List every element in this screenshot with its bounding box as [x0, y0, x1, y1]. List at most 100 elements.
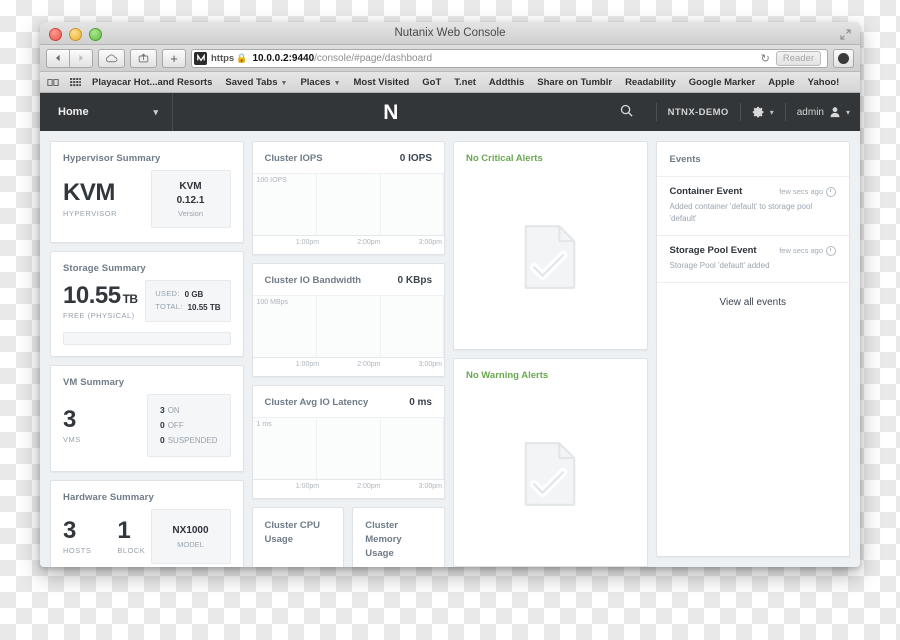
vm-count-label: VMS [63, 435, 81, 445]
chart-x-tick: 3:00pm [418, 239, 442, 246]
bookmarks-bar: Playacar Hot...and Resorts Saved Tabs ▼ P… [40, 72, 860, 93]
forward-button[interactable] [69, 48, 93, 68]
cluster-io-bandwidth-chart-card[interactable]: Cluster IO Bandwidth 0 KBps 100 MBps 1:0… [251, 263, 445, 377]
search-icon[interactable] [608, 104, 645, 120]
bookmarks-overflow-button[interactable]: » [852, 76, 860, 88]
storage-summary-card[interactable]: Storage Summary 10.55 TB FREE (PHYSICAL) … [50, 251, 244, 358]
clock-icon [826, 245, 836, 256]
reload-icon[interactable]: ↻ [761, 52, 770, 65]
storage-usage-progress-bar [63, 332, 231, 346]
chart-x-tick: 2:00pm [357, 361, 381, 368]
event-list-item[interactable]: Storage Pool Event few secs ago Storage … [656, 236, 849, 283]
storage-free-label: FREE (PHYSICAL) [63, 310, 135, 320]
minimize-window-button[interactable] [69, 28, 82, 41]
bookmark-item[interactable]: Addthis [489, 77, 524, 88]
back-button[interactable] [46, 48, 69, 68]
home-menu-button[interactable]: Home ▾ [40, 93, 173, 131]
chart-current-value: 0 KBps [397, 275, 432, 286]
bookmark-item[interactable]: Readability [625, 77, 676, 88]
hypervisor-value: KVM [63, 179, 115, 207]
app-header: Home ▾ N NTNX-DEMO ▾ admin ▾ [40, 93, 860, 131]
chart-y-axis-label: 1 ms [256, 421, 272, 428]
share-icon[interactable] [130, 48, 157, 68]
bookmark-item[interactable]: T.net [454, 77, 476, 88]
critical-alerts-title: No Critical Alerts [466, 153, 543, 164]
chart-x-tick: 1:00pm [295, 483, 320, 490]
bookmark-label: Yahoo! [807, 76, 840, 88]
close-window-button[interactable] [49, 28, 62, 41]
top-sites-grid-icon[interactable] [70, 77, 81, 87]
event-list-item[interactable]: Container Event few secs ago Added conta… [656, 177, 849, 236]
bookmark-label: Google Marker [688, 76, 756, 88]
cluster-memory-usage-card[interactable]: Cluster Memory Usage 13.89% OF 378.23 GB [352, 507, 445, 567]
cluster-avg-io-latency-chart-card[interactable]: Cluster Avg IO Latency 0 ms 1 ms 1:00pm … [251, 385, 445, 499]
bookmark-item[interactable]: Yahoo! [808, 77, 840, 88]
view-all-events-link[interactable]: View all events [657, 283, 850, 322]
sidebar-book-icon[interactable] [47, 78, 59, 87]
bookmark-label: Places [300, 76, 331, 88]
bookmark-item[interactable]: Saved Tabs ▼ [225, 77, 287, 88]
chart-plot-area: 100 IOPS [252, 173, 445, 236]
bookmark-label: Apple [768, 76, 795, 88]
chevron-down-icon: ▾ [769, 107, 774, 117]
address-bar[interactable]: https 🔒 10.0.0.2:9440 /console/#page/das… [191, 48, 828, 68]
cluster-iops-chart-card[interactable]: Cluster IOPS 0 IOPS 100 IOPS 1:00pm 2:00… [251, 141, 445, 255]
chart-x-axis: 1:00pm 2:00pm 3:00pm [253, 358, 445, 376]
vm-on-count: 3 [159, 405, 165, 416]
bookmark-item[interactable]: GoT [422, 77, 441, 88]
bookmark-item[interactable]: Apple [768, 77, 794, 88]
bookmark-item[interactable]: Places ▼ [300, 77, 340, 88]
settings-menu-button[interactable]: ▾ [752, 106, 774, 119]
traffic-lights [49, 28, 102, 41]
new-tab-button[interactable]: + [162, 48, 186, 68]
vm-on-label: ON [167, 406, 180, 416]
vm-summary-card[interactable]: VM Summary 3 VMS 3 ON 0 OFF 0 SUSPENDED [50, 365, 244, 473]
bookmark-label: Saved Tabs [225, 76, 278, 88]
fullscreen-icon[interactable] [840, 27, 851, 40]
chevron-down-icon: ▾ [845, 107, 850, 117]
user-menu-button[interactable]: admin ▾ [797, 106, 850, 118]
warning-alerts-card[interactable]: No Warning Alerts [453, 358, 648, 567]
vm-suspended-count: 0 [159, 435, 165, 446]
bookmark-item[interactable]: Most Visited [354, 77, 410, 88]
header-right-group: NTNX-DEMO ▾ admin ▾ [608, 93, 860, 131]
chart-title: Cluster IO Bandwidth [264, 275, 362, 286]
event-time-label: few secs ago [779, 246, 823, 255]
event-description: Storage Pool 'default' added [669, 261, 770, 270]
bookmark-label: Playacar Hot...and Resorts [92, 76, 213, 88]
hypervisor-summary-card[interactable]: Hypervisor Summary KVM HYPERVISOR KVM 0.… [50, 141, 244, 243]
chart-title: Cluster IOPS [264, 153, 323, 164]
hardware-summary-card[interactable]: Hardware Summary 3 HOSTS 1 BLOCK NX1000 … [50, 480, 244, 567]
hardware-model-value: NX1000 [172, 525, 209, 537]
zoom-window-button[interactable] [89, 28, 102, 41]
summary-column: Hypervisor Summary KVM HYPERVISOR KVM 0.… [50, 141, 244, 567]
bookmark-item[interactable]: Share on Tumblr [537, 77, 612, 88]
bookmark-label: T.net [454, 76, 476, 88]
page-content: Home ▾ N NTNX-DEMO ▾ admin ▾ Hypervisor … [40, 93, 860, 567]
window-title: Nutanix Web Console [394, 27, 506, 39]
browser-window: Nutanix Web Console + https 🔒 10.0.0.2:9… [40, 22, 860, 567]
icloud-tabs-icon[interactable] [98, 48, 125, 68]
hypervisor-box-caption: Version [177, 209, 204, 218]
events-title: Events [656, 142, 849, 177]
cluster-cpu-usage-card[interactable]: Cluster CPU Usage 5.24% OF 43.2 GHz [251, 507, 345, 567]
vm-state-box: 3 ON 0 OFF 0 SUSPENDED [146, 394, 231, 458]
hardware-hosts-label: HOSTS [63, 546, 92, 556]
chart-current-value: 0 ms [409, 397, 432, 408]
downloads-icon[interactable] [833, 48, 854, 68]
chart-x-axis: 1:00pm 2:00pm 3:00pm [253, 480, 445, 498]
hardware-model-label: MODEL [177, 539, 204, 549]
event-time-label: few secs ago [779, 187, 823, 196]
storage-total-value: 10.55 TB [187, 303, 221, 313]
bookmark-label: Readability [625, 76, 676, 88]
url-host: 10.0.0.2:9440 [252, 52, 315, 64]
reader-button[interactable]: Reader [775, 50, 821, 66]
event-name: Storage Pool Event [669, 245, 757, 256]
card-title: VM Summary [63, 377, 125, 389]
storage-used-key: USED: [155, 289, 180, 298]
bookmark-item[interactable]: Google Marker [689, 77, 756, 88]
nav-button-group [46, 48, 93, 68]
critical-alerts-card[interactable]: No Critical Alerts [453, 141, 648, 350]
clock-icon [826, 186, 836, 197]
bookmark-item[interactable]: Playacar Hot...and Resorts [92, 77, 212, 88]
